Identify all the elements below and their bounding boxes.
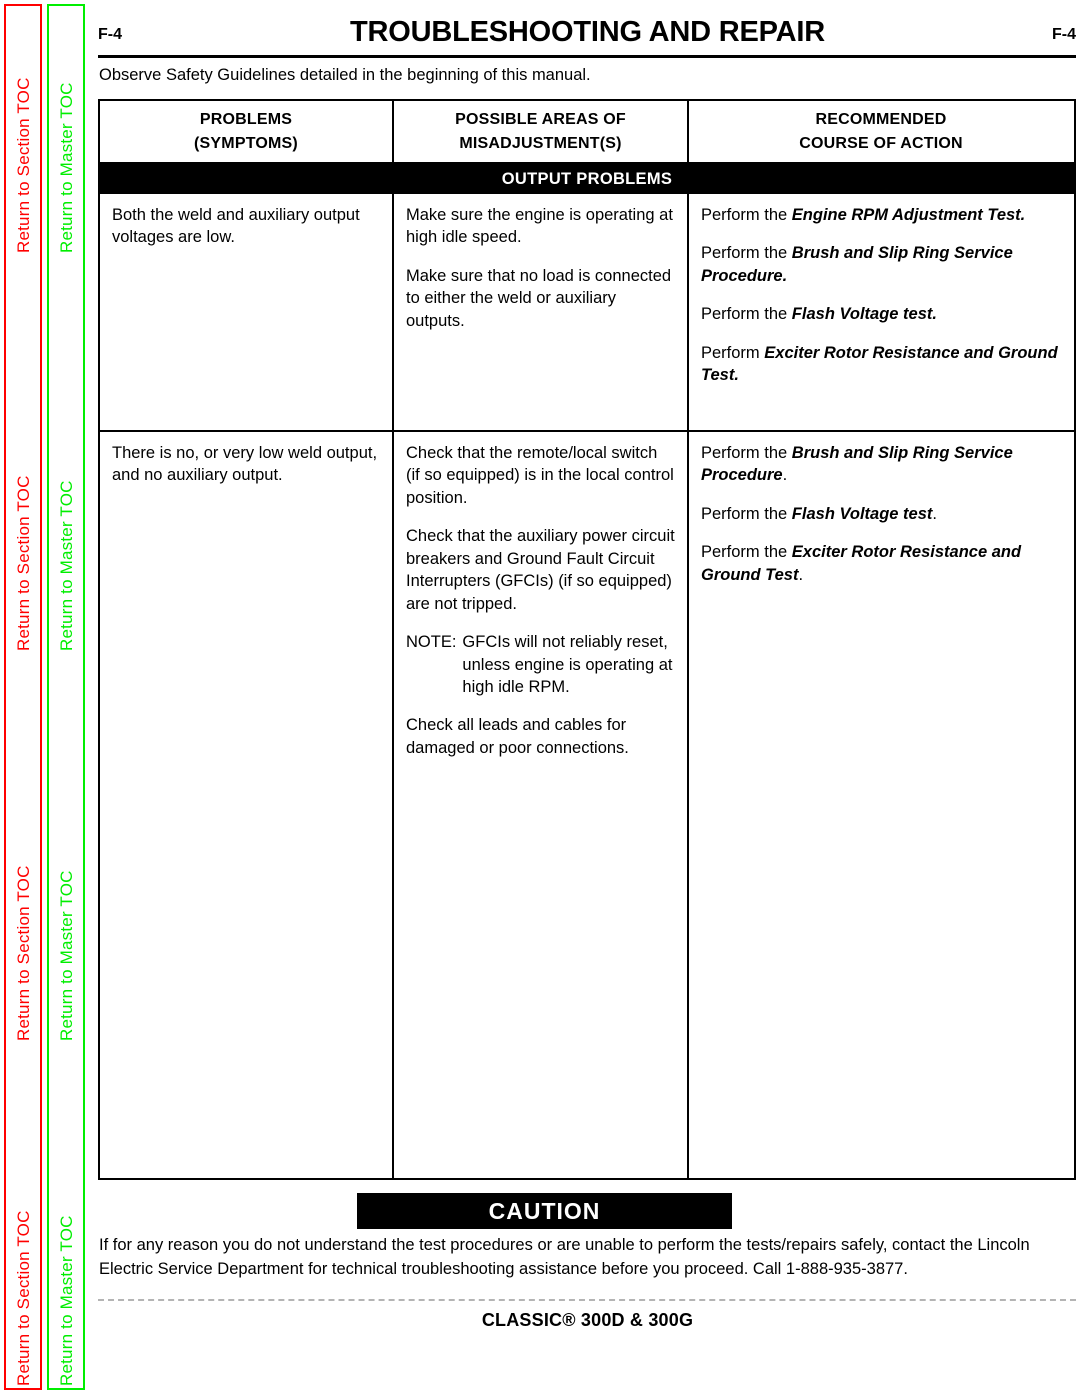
possible-area-text: Check all leads and cables for damaged o… bbox=[406, 716, 629, 757]
column-header-course-of-action-line2: COURSE OF ACTION bbox=[799, 134, 963, 152]
table-row: Perform the Brush and Slip Ring Service … bbox=[689, 432, 1073, 1178]
page-content: F-4 TROUBLESHOOTING AND REPAIR F-4 Obser… bbox=[95, 0, 1080, 1397]
note-label: NOTE: bbox=[406, 633, 457, 652]
possible-area-text: Make sure the engine is operating at hig… bbox=[406, 206, 673, 247]
action-emphasis: Flash Voltage test bbox=[791, 504, 933, 523]
return-to-master-toc-label[interactable]: Return to Master TOC bbox=[57, 870, 77, 1041]
recommended-action: Perform the Brush and Slip Ring Service … bbox=[701, 442, 1061, 487]
column-header-problems: PROBLEMS (SYMPTOMS) bbox=[100, 101, 392, 162]
recommended-action: Perform the Brush and Slip Ring Service … bbox=[701, 242, 1061, 287]
column-header-problems-line1: PROBLEMS bbox=[199, 111, 293, 129]
table-row: Check that the remote/local switch (if s… bbox=[394, 432, 687, 1178]
symptom-text: Both the weld and auxiliary output volta… bbox=[112, 206, 360, 247]
safety-guidelines-note: Observe Safety Guidelines detailed in th… bbox=[99, 66, 591, 84]
note-body: GFCIs will not reliably reset, unless en… bbox=[462, 633, 673, 696]
column-header-problems-line2: (SYMPTOMS) bbox=[194, 134, 298, 152]
table-row: Both the weld and auxiliary output volta… bbox=[100, 194, 392, 430]
recommended-action: Perform the Flash Voltage test. bbox=[701, 303, 1061, 325]
column-header-course-of-action: RECOMMENDED COURSE OF ACTION bbox=[687, 101, 1073, 162]
caution-banner: CAUTION bbox=[357, 1193, 732, 1229]
possible-area-text: Make sure that no load is connected to e… bbox=[406, 266, 672, 330]
return-to-master-toc-label[interactable]: Return to Master TOC bbox=[57, 480, 77, 651]
recommended-action: Perform the Flash Voltage test. bbox=[701, 503, 1061, 525]
page-header: F-4 TROUBLESHOOTING AND REPAIR F-4 bbox=[95, 0, 1080, 48]
action-tail: . bbox=[798, 565, 804, 584]
table-row: There is no, or very low weld output, an… bbox=[100, 432, 392, 1178]
table-row: Perform the Engine RPM Adjustment Test. … bbox=[689, 194, 1073, 430]
symptom-text: There is no, or very low weld output, an… bbox=[112, 444, 378, 485]
troubleshooting-table: PROBLEMS (SYMPTOMS) POSSIBLE AREAS OF MI… bbox=[98, 99, 1076, 1180]
product-footer: CLASSIC® 300D & 300G bbox=[481, 1310, 694, 1330]
action-lead: Perform the bbox=[701, 444, 792, 462]
action-emphasis: Flash Voltage test. bbox=[791, 305, 937, 324]
table-row: Make sure the engine is operating at hig… bbox=[394, 194, 687, 430]
action-tail: . bbox=[782, 466, 788, 485]
section-band-output-problems: OUTPUT PROBLEMS bbox=[100, 164, 1074, 194]
action-lead: Perform the bbox=[701, 543, 792, 562]
possible-area-text: Check that the auxiliary power circuit b… bbox=[406, 527, 675, 613]
header-divider bbox=[98, 55, 1076, 58]
recommended-action: Perform the Exciter Rotor Resistance and… bbox=[701, 541, 1061, 586]
possible-area-text: Check that the remote/local switch (if s… bbox=[406, 444, 674, 507]
action-lead: Perform the bbox=[701, 305, 792, 324]
return-to-section-toc-label[interactable]: Return to Section TOC bbox=[14, 77, 34, 253]
table-body: Both the weld and auxiliary output volta… bbox=[100, 194, 1074, 1178]
return-to-section-toc-label[interactable]: Return to Section TOC bbox=[14, 1210, 34, 1386]
column-header-misadjustments: POSSIBLE AREAS OF MISADJUSTMENT(S) bbox=[392, 101, 687, 162]
recommended-action: Perform the Engine RPM Adjustment Test. bbox=[701, 204, 1061, 226]
column-header-misadjustments-line1: POSSIBLE AREAS OF bbox=[455, 111, 626, 129]
return-to-master-toc-label[interactable]: Return to Master TOC bbox=[57, 1215, 77, 1386]
page-title: TROUBLESHOOTING AND REPAIR bbox=[350, 16, 825, 48]
return-to-master-toc-tab[interactable]: Return to Master TOC Return to Master TO… bbox=[47, 4, 85, 1390]
action-lead: Perform the bbox=[701, 206, 792, 224]
return-to-section-toc-label[interactable]: Return to Section TOC bbox=[14, 865, 34, 1041]
action-lead: Perform the bbox=[701, 244, 792, 263]
gfci-note: NOTE: GFCIs will not reliably reset, unle… bbox=[406, 631, 675, 698]
return-to-section-toc-label[interactable]: Return to Section TOC bbox=[14, 475, 34, 651]
footer-divider bbox=[98, 1299, 1076, 1301]
recommended-action: Perform Exciter Rotor Resistance and Gro… bbox=[701, 342, 1061, 387]
action-tail: . bbox=[932, 504, 937, 523]
caution-body-text: If for any reason you do not understand … bbox=[99, 1236, 1030, 1279]
action-lead: Perform the bbox=[701, 504, 792, 523]
page-number-right: F-4 bbox=[1052, 26, 1076, 43]
column-header-course-of-action-line1: RECOMMENDED bbox=[815, 111, 947, 129]
column-header-misadjustments-line2: MISADJUSTMENT(S) bbox=[459, 134, 622, 152]
return-to-master-toc-label[interactable]: Return to Master TOC bbox=[57, 82, 77, 253]
return-to-section-toc-tab[interactable]: Return to Section TOC Return to Section … bbox=[4, 4, 42, 1390]
action-lead: Perform bbox=[701, 343, 765, 362]
action-emphasis: Engine RPM Adjustment Test. bbox=[791, 206, 1026, 224]
table-header-row: PROBLEMS (SYMPTOMS) POSSIBLE AREAS OF MI… bbox=[100, 101, 1074, 164]
